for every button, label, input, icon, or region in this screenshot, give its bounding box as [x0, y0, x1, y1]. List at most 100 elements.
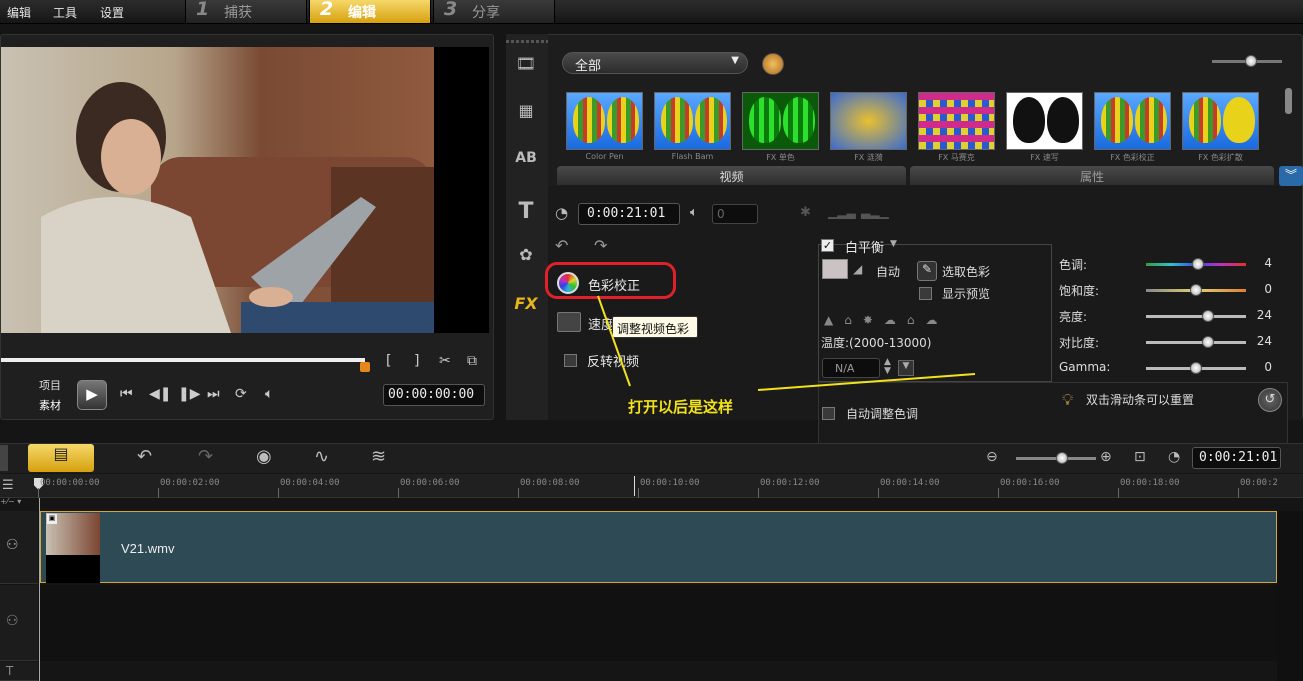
clip-volume-field[interactable]: 0: [712, 204, 758, 224]
color-wheel-icon[interactable]: [557, 272, 579, 294]
step-label: 捕获: [224, 5, 252, 21]
auto-music-icon[interactable]: ≋: [371, 446, 386, 467]
step-tab-edit[interactable]: 2 编辑: [309, 0, 431, 23]
ruler-tick-mark: [1118, 488, 1119, 498]
adjust-slider-knob[interactable]: [1202, 336, 1214, 348]
instant-project-icon[interactable]: ▦: [512, 101, 540, 123]
zoom-slider-knob[interactable]: [1056, 452, 1068, 464]
adjust-slider-knob[interactable]: [1202, 310, 1214, 322]
previous-frame-icon[interactable]: ◀❚: [149, 386, 172, 402]
filter-thumb[interactable]: [1094, 92, 1171, 150]
step-tab-share[interactable]: 3 分享: [433, 0, 555, 23]
adjust-slider-knob[interactable]: [1190, 284, 1202, 296]
reverse-video-checkbox[interactable]: [564, 354, 577, 367]
clip-type-icon: ▣: [47, 514, 57, 524]
tab-video[interactable]: 视频: [557, 166, 906, 185]
mode-project[interactable]: 项目: [39, 377, 61, 393]
transition-icon[interactable]: AB: [512, 150, 540, 172]
timeline-vertical-scroll[interactable]: [1277, 511, 1303, 681]
tab-video-label: 视频: [719, 170, 744, 184]
mode-clip[interactable]: 素材: [39, 397, 61, 413]
ruler-tick-mark: [518, 488, 519, 498]
filter-thumb[interactable]: [742, 92, 819, 150]
filter-thumb[interactable]: [1182, 92, 1259, 150]
mute-icon[interactable]: ✱: [800, 205, 811, 220]
filter-thumb[interactable]: [1006, 92, 1083, 150]
adjust-value: 0: [1264, 360, 1272, 374]
zoom-in-icon[interactable]: ⊕: [1100, 449, 1112, 465]
go-start-icon[interactable]: ⏮: [120, 386, 133, 402]
tab-attributes[interactable]: 属性: [910, 166, 1274, 185]
video-track-icon[interactable]: ⚇: [6, 537, 19, 553]
ruler-cursor-line: [634, 476, 635, 496]
reset-icon[interactable]: ↺: [1258, 388, 1282, 412]
timeline-view-button[interactable]: ▤: [28, 444, 94, 472]
filter-thumb[interactable]: [830, 92, 907, 150]
track-manager-icon[interactable]: ☰: [2, 478, 14, 493]
filter-import-icon[interactable]: [762, 53, 784, 75]
media-icon[interactable]: 🎞︎: [512, 54, 540, 76]
cut-clip-icon[interactable]: ✂: [439, 353, 451, 369]
clip-name: V21.wmv: [121, 541, 175, 556]
fit-project-icon[interactable]: ⊡: [1134, 449, 1146, 465]
video-track-clip[interactable]: ▣ V21.wmv: [40, 511, 1277, 583]
fade-out-icon[interactable]: ▃▂▁: [861, 205, 889, 219]
add-remove-track-control[interactable]: +⁄− ▾: [0, 497, 21, 506]
adjust-slider-knob[interactable]: [1192, 258, 1204, 270]
mark-in-icon[interactable]: [: [386, 353, 391, 369]
menu-settings[interactable]: 设置: [100, 4, 124, 21]
thumbnail-size-knob[interactable]: [1245, 55, 1257, 67]
fx-filter-icon[interactable]: FX: [512, 294, 540, 316]
auto-wb-label[interactable]: 自动: [876, 263, 900, 280]
chevron-down-icon[interactable]: ▼: [890, 239, 897, 249]
step-number: 2: [320, 0, 334, 20]
duration-field[interactable]: 0:00:21:01: [578, 203, 680, 225]
zoom-out-icon[interactable]: ⊖: [986, 449, 998, 465]
repeat-icon[interactable]: ⟳: [235, 386, 247, 402]
title-icon[interactable]: T: [512, 199, 540, 224]
project-duration-value: 0:00:21:01: [1199, 450, 1278, 465]
overlay-track-icon[interactable]: ⚇: [6, 613, 19, 629]
grip-handle[interactable]: [506, 40, 548, 43]
menu-tools[interactable]: 工具: [53, 4, 77, 21]
library-scrollbar[interactable]: [1285, 88, 1292, 114]
filter-thumb[interactable]: [566, 92, 643, 150]
title-track-icon[interactable]: T: [6, 664, 13, 678]
volume-icon[interactable]: 🔈︎: [265, 386, 273, 402]
collapse-options-icon[interactable]: ︾: [1279, 166, 1303, 186]
adjust-slider-knob[interactable]: [1190, 362, 1202, 374]
adjust-label: 对比度:: [1059, 336, 1100, 350]
graphic-icon[interactable]: ✿: [512, 245, 540, 267]
filter-thumb-label: FX 涟漪: [854, 153, 883, 162]
rotate-right-icon[interactable]: ↷: [594, 236, 607, 255]
scrub-handle[interactable]: [360, 362, 370, 372]
overlay-track[interactable]: [40, 585, 1277, 661]
storyboard-view-icon[interactable]: [0, 445, 8, 471]
speed-icon[interactable]: [557, 312, 581, 332]
next-frame-icon[interactable]: ❚▶: [178, 386, 201, 402]
undo-icon[interactable]: ↶: [137, 446, 152, 467]
sound-mixer-icon[interactable]: ∿: [314, 446, 329, 467]
fade-in-icon[interactable]: ▁▂▃: [828, 205, 856, 219]
rotate-left-icon[interactable]: ↶: [555, 236, 568, 255]
menu-edit[interactable]: 编辑: [7, 4, 31, 21]
library-category-dropdown[interactable]: 全部 ▼: [562, 52, 748, 74]
filter-thumb[interactable]: [654, 92, 731, 150]
enlarge-icon[interactable]: ⧉: [467, 353, 477, 369]
eyedropper-icon[interactable]: ✎: [917, 261, 937, 281]
play-button[interactable]: ▶: [77, 380, 107, 410]
go-end-icon[interactable]: ⏭: [207, 386, 220, 402]
adjust-slider[interactable]: [1146, 341, 1246, 344]
scrub-bar[interactable]: [1, 358, 365, 362]
mark-out-icon[interactable]: ]: [414, 353, 419, 369]
adjust-slider[interactable]: [1146, 315, 1246, 318]
step-tab-capture[interactable]: 1 捕获: [185, 0, 307, 23]
auto-tone-checkbox[interactable]: [822, 407, 835, 420]
redo-icon[interactable]: ↷: [198, 446, 213, 467]
record-capture-icon[interactable]: ◉: [256, 446, 272, 467]
timecode-field[interactable]: 00:00:00:00: [383, 384, 485, 406]
white-balance-checkbox[interactable]: ✓: [821, 239, 834, 252]
pick-color-label[interactable]: 选取色彩: [942, 263, 990, 280]
annotation-arrows: [597, 295, 976, 391]
filter-thumb[interactable]: [918, 92, 995, 150]
